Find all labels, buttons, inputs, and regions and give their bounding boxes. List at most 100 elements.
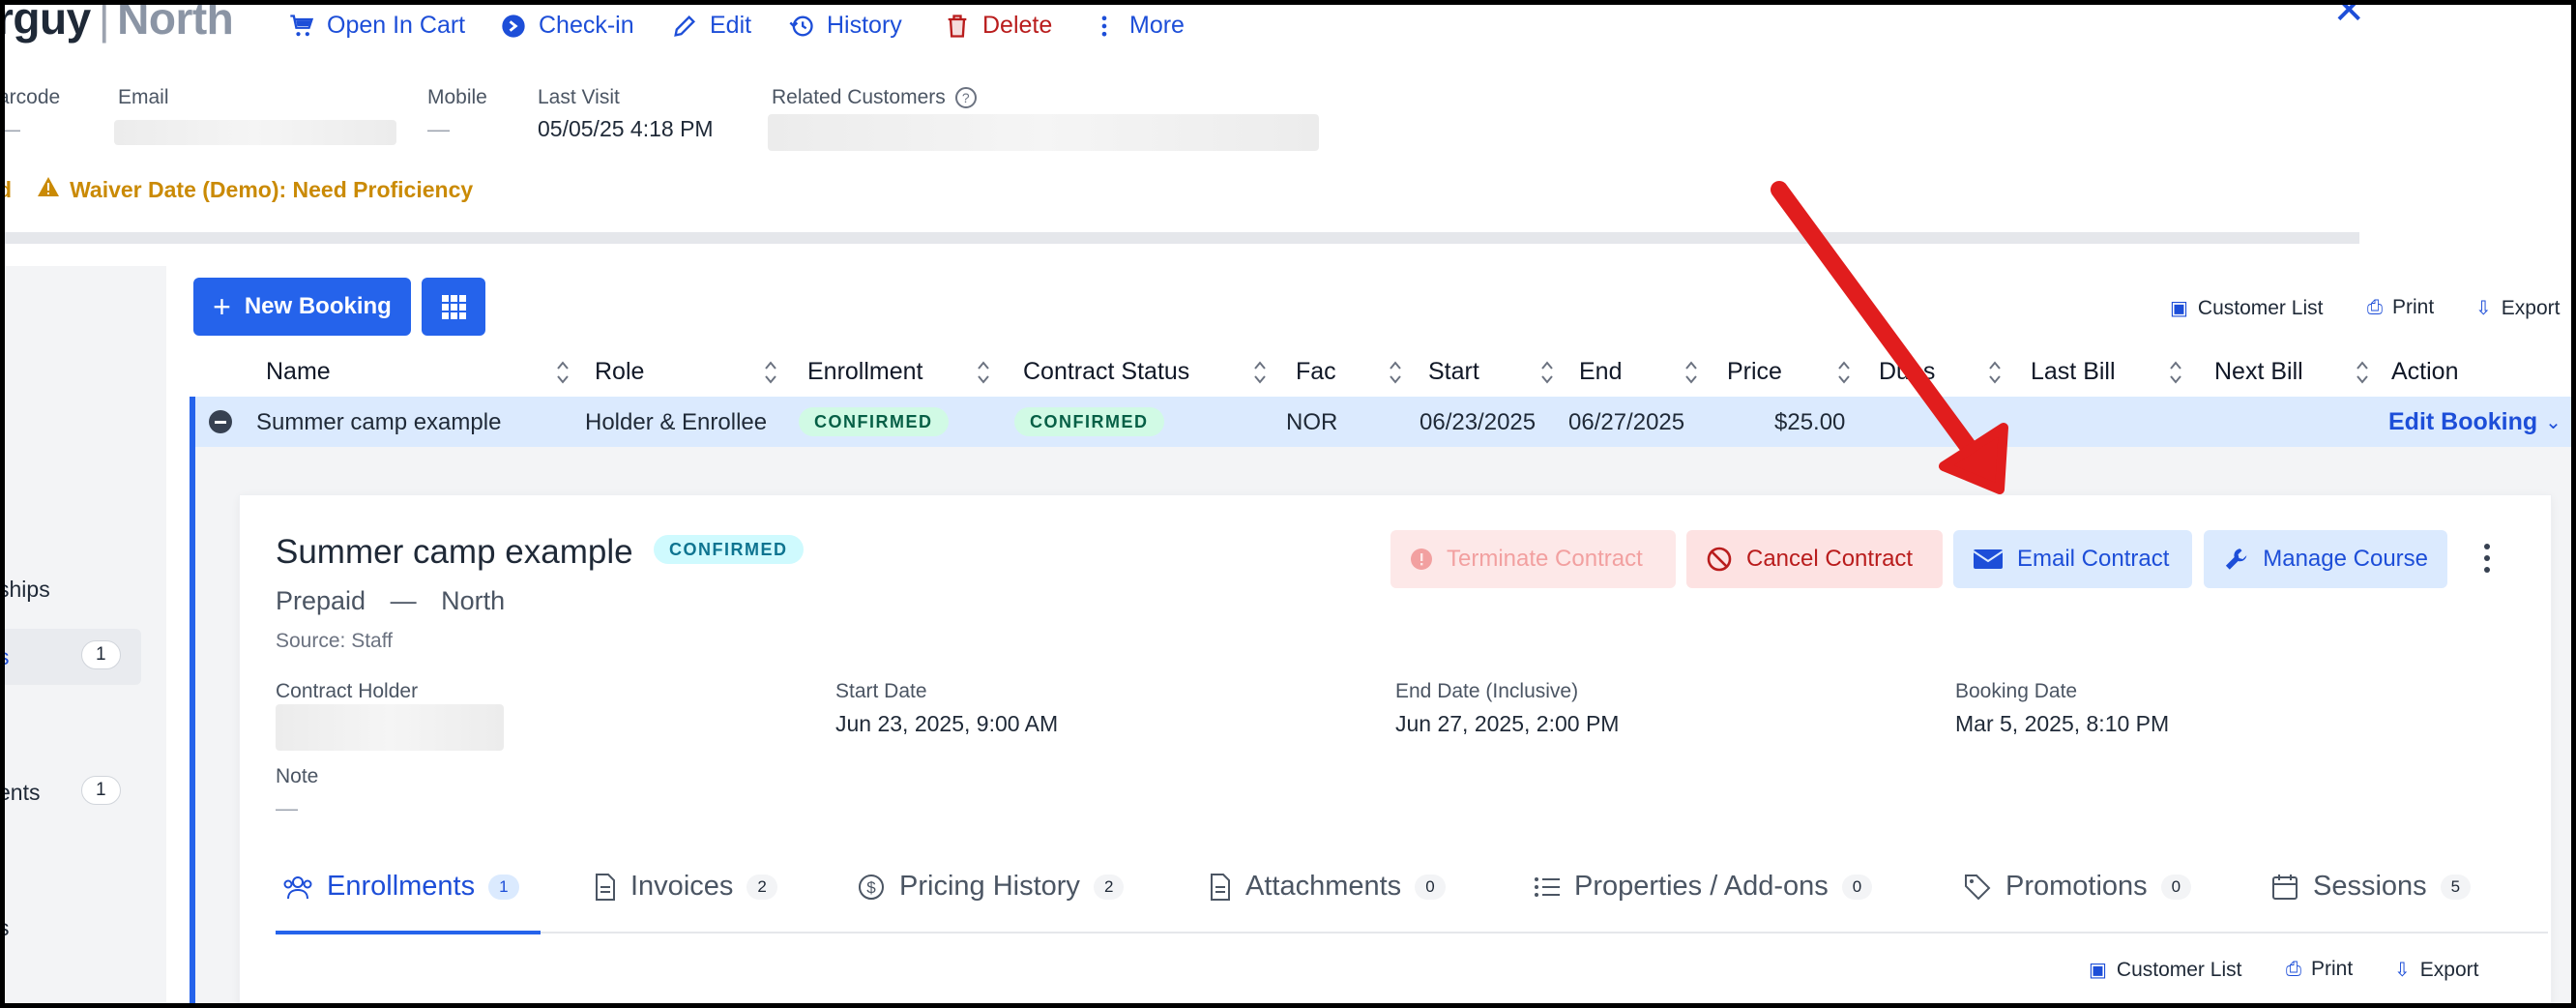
warning-icon [37,176,60,203]
edit-button[interactable]: Edit [671,12,751,40]
column-header-fac[interactable]: Fac [1296,358,1336,386]
email-contract-button[interactable]: Email Contract [1953,530,2192,588]
tab-enrollments[interactable]: Enrollments 1 [282,871,519,903]
delete-button[interactable]: Delete [944,12,1052,40]
column-header-dues[interactable]: Dues [1879,358,1935,386]
kebab-icon[interactable] [2481,542,2493,579]
booking-source: Source: Staff [276,630,394,652]
last-visit-label: Last Visit [538,86,620,108]
trash-icon [948,14,967,38]
sort-icon[interactable] [1684,358,1698,392]
terminate-contract-button[interactable]: Terminate Contract [1390,530,1676,588]
edit-booking-button[interactable]: Edit Booking ⌄ [2388,408,2561,436]
users-icon [283,875,312,899]
sort-icon[interactable] [2169,358,2182,392]
barcode-value: — [0,116,20,141]
end-date-value: Jun 27, 2025, 2:00 PM [1395,711,1620,736]
sort-icon[interactable] [1837,358,1851,392]
cancel-contract-button[interactable]: Cancel Contract [1686,530,1943,588]
grid-view-button[interactable] [422,278,485,336]
kebab-icon [1101,15,1107,36]
tab-sessions[interactable]: Sessions 5 [2270,871,2472,903]
new-booking-button[interactable]: + New Booking [193,278,411,336]
alert-bar: d Waiver Date (Demo): Need Proficiency [0,176,473,203]
section-divider [0,232,2359,244]
history-button[interactable]: History [788,12,902,40]
manage-course-button[interactable]: Manage Course [2204,530,2447,588]
sidebar-item-label[interactable]: s [0,644,10,670]
customer-list-link[interactable]: ▣ Customer List [2170,296,2323,320]
start-date-value: Jun 23, 2025, 9:00 AM [835,711,1059,736]
column-header-name[interactable]: Name [266,358,331,386]
help-icon[interactable]: ? [954,87,977,108]
sort-icon[interactable] [764,358,777,392]
related-customers-label: Related Customers ? [772,86,977,109]
cell-role: Holder & Enrollee [585,409,768,435]
sidebar-item-count: 1 [81,640,121,669]
sort-icon[interactable] [1253,358,1267,392]
column-header-contract-status[interactable]: Contract Status [1023,358,1189,386]
archive-icon: ▣ [2170,298,2188,319]
tab-invoices[interactable]: Invoices 2 [594,871,777,903]
start-date-label: Start Date [835,680,927,702]
sort-icon[interactable] [1988,358,2002,392]
tab-active-indicator [276,931,541,934]
table-row[interactable] [190,397,2576,447]
calendar-icon [2272,874,2298,900]
cell-fac: NOR [1286,409,1338,435]
cell-name: Summer camp example [256,409,502,435]
column-header-price[interactable]: Price [1727,358,1782,386]
check-in-button[interactable]: Check-in [500,12,634,40]
tab-pricing-history[interactable]: $ Pricing History 2 [857,871,1125,903]
plus-icon: + [213,289,231,324]
waiver-alert: Waiver Date (Demo): Need Proficiency [70,176,474,202]
grid-icon [442,295,466,319]
column-header-end[interactable]: End [1579,358,1622,386]
sort-icon[interactable] [977,358,990,392]
column-header-start[interactable]: Start [1428,358,1479,386]
more-button[interactable]: More [1091,12,1185,40]
document-icon [1211,873,1230,901]
print-link[interactable]: ⎙ Print [2367,296,2434,319]
email-value-redacted [114,120,396,145]
tab-promotions[interactable]: Promotions 0 [1963,871,2192,903]
page-title: rguy | North [0,0,234,44]
sort-icon[interactable] [1389,358,1402,392]
note-value: — [276,795,298,820]
history-icon [789,15,813,36]
column-header-action[interactable]: Action [2391,358,2458,386]
sidebar-item-label[interactable]: ships [0,577,50,603]
sort-icon[interactable] [556,358,570,392]
export-icon: ⇩ [2394,960,2411,981]
export-link[interactable]: ⇩ Export [2475,296,2560,320]
archive-icon: ▣ [2089,960,2107,981]
check-in-icon [502,14,525,38]
column-header-enrollment[interactable]: Enrollment [807,358,923,386]
sidebar-item-label[interactable]: s [0,915,10,941]
column-header-next-bill[interactable]: Next Bill [2214,358,2303,386]
export-link[interactable]: ⇩ Export [2394,958,2478,982]
collapse-icon[interactable] [209,410,232,433]
print-link[interactable]: ⎙ Print [2286,958,2353,981]
alert-circle-icon [1411,548,1432,570]
list-icon [1535,876,1560,897]
tab-properties-add-ons[interactable]: Properties / Add-ons 0 [1534,871,1873,903]
customer-list-link[interactable]: ▣ Customer List [2089,958,2241,982]
sort-icon[interactable] [1540,358,1554,392]
ban-icon [1707,547,1732,572]
envelope-icon [1973,549,2004,569]
column-header-last-bill[interactable]: Last Bill [2031,358,2116,386]
barcode-label: arcode [0,86,61,108]
sidebar-item-count: 1 [81,776,121,805]
tab-attachments[interactable]: Attachments 0 [1209,871,1446,903]
sidebar-item-label[interactable]: ents [0,780,40,806]
booking-date-value: Mar 5, 2025, 8:10 PM [1955,711,2170,736]
close-icon[interactable]: ✕ [2332,0,2365,33]
open-in-cart-button[interactable]: Open In Cart [288,12,465,40]
sort-icon[interactable] [2356,358,2369,392]
tag-icon [1965,874,1991,900]
cell-start: 06/23/2025 [1420,409,1537,435]
column-header-role[interactable]: Role [595,358,644,386]
end-date-label: End Date (Inclusive) [1395,680,1579,702]
cart-icon [290,14,314,36]
